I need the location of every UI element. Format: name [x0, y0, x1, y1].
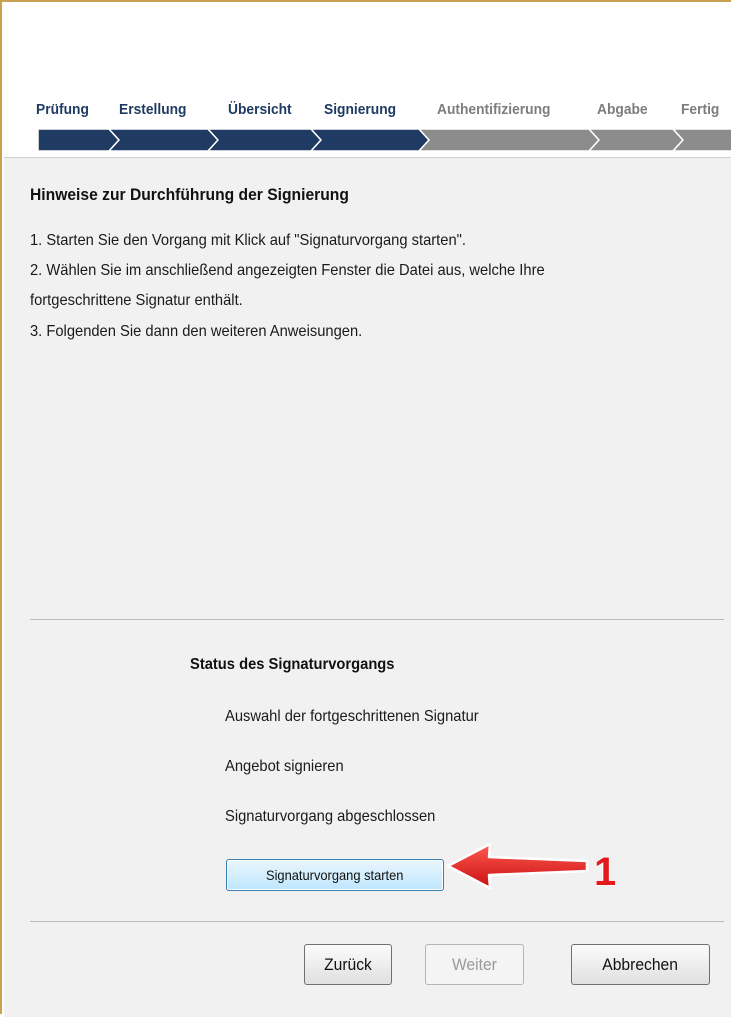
progress-header: Prüfung Erstellung Übersicht Signierung … [4, 4, 731, 156]
status-item-sign-offer: Angebot signieren [225, 758, 344, 775]
progress-segment-done [38, 129, 121, 151]
instruction-line: fortgeschrittene Signatur enthält. [30, 292, 243, 309]
instruction-line: 1. Starten Sie den Vorgang mit Klick auf… [30, 232, 466, 249]
wizard-window: Prüfung Erstellung Übersicht Signierung … [0, 0, 731, 1017]
next-label: Weiter [452, 954, 497, 974]
start-signature-label: Signaturvorgang starten [266, 867, 404, 883]
divider [30, 921, 724, 922]
progress-segment-todo [417, 129, 601, 151]
step-authentifizierung: Authentifizierung [437, 101, 551, 118]
start-signature-button[interactable]: Signaturvorgang starten [226, 859, 444, 891]
step-erstellung: Erstellung [119, 101, 187, 118]
divider [30, 619, 724, 620]
progress-segment-done [206, 129, 323, 151]
instruction-line: 2. Wählen Sie im anschließend angezeigte… [30, 262, 545, 279]
status-item-completed: Signaturvorgang abgeschlossen [225, 808, 436, 825]
back-label: Zurück [324, 954, 372, 974]
progress-chevron-bar [38, 129, 731, 151]
step-fertig: Fertig [681, 101, 720, 118]
step-uebersicht: Übersicht [228, 101, 292, 118]
cancel-button[interactable]: Abbrechen [571, 944, 710, 985]
instructions-title: Hinweise zur Durchführung der Signierung [30, 185, 349, 204]
cancel-label: Abbrechen [602, 954, 679, 974]
step-abgabe: Abgabe [597, 101, 648, 118]
instruction-line: 3. Folgenden Sie dann den weiteren Anwei… [30, 323, 363, 340]
progress-segment-todo [587, 129, 685, 151]
status-item-select-signature: Auswahl der fortgeschrittenen Signatur [225, 708, 479, 725]
status-title: Status des Signaturvorgangs [190, 656, 395, 673]
annotation-callout: 1 [446, 842, 617, 892]
red-arrow-icon [446, 842, 589, 890]
step-pruefung: Prüfung [36, 101, 89, 118]
annotation-number: 1 [594, 850, 616, 892]
progress-segment-done [309, 129, 431, 151]
next-button[interactable]: Weiter [425, 944, 524, 985]
progress-segment-done [107, 129, 220, 151]
step-signierung: Signierung [324, 101, 397, 118]
back-button[interactable]: Zurück [304, 944, 392, 985]
